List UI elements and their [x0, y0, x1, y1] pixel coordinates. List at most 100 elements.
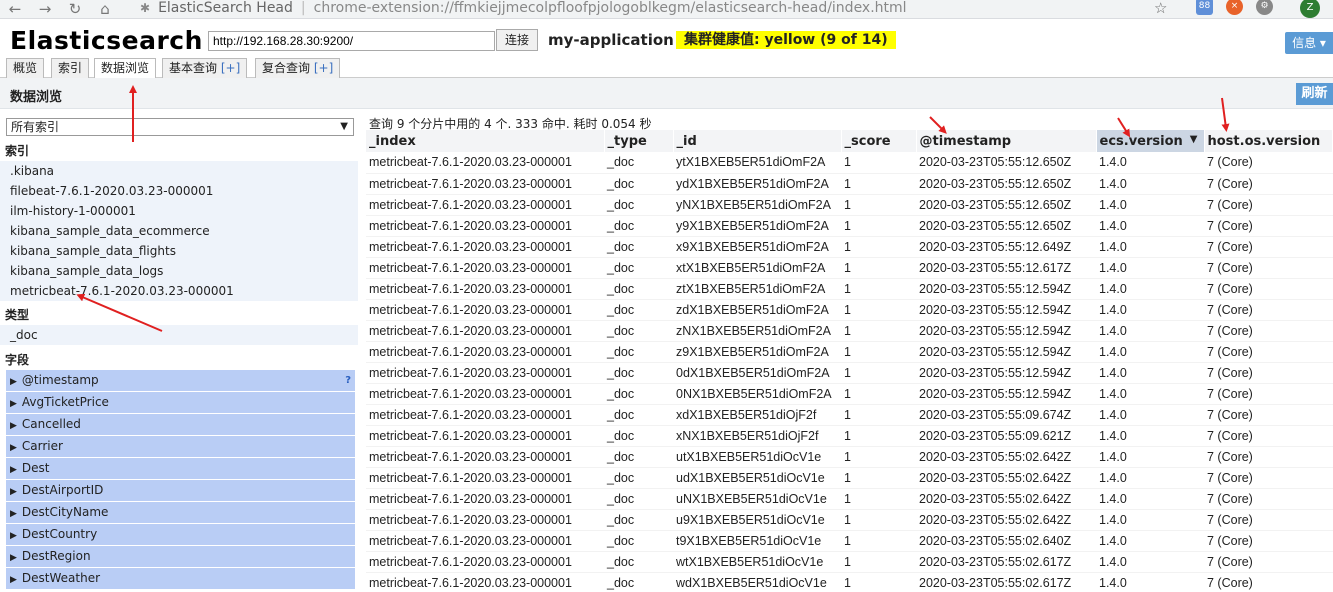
cell-index: metricbeat-7.6.1-2020.03.23-000001	[366, 278, 604, 300]
field-name: Cancelled	[21, 417, 81, 431]
index-item[interactable]: kibana_sample_data_logs	[0, 261, 358, 281]
index-item[interactable]: filebeat-7.6.1-2020.03.23-000001	[0, 181, 358, 201]
address-bar[interactable]: ✱ ElasticSearch Head | chrome-extension:…	[140, 0, 1180, 18]
cell-host-os-version: 7 (Core)	[1204, 173, 1333, 195]
refresh-button[interactable]: 刷新	[1296, 83, 1333, 105]
tab-data-browse[interactable]: 数据浏览	[94, 58, 157, 79]
field-item[interactable]: ▶ AvgTicketPrice	[6, 392, 355, 413]
field-item[interactable]: ▶ DestWeather	[6, 568, 355, 589]
help-icon[interactable]: ?	[345, 370, 351, 391]
cell-ecs-version: 1.4.0	[1096, 194, 1204, 216]
table-row[interactable]: metricbeat-7.6.1-2020.03.23-000001 _doc 0N…	[366, 383, 1333, 405]
table-row[interactable]: metricbeat-7.6.1-2020.03.23-000001 _doc yd…	[366, 173, 1333, 195]
index-select[interactable]: 所有索引 ▼	[6, 118, 354, 136]
field-item[interactable]: ▶ DestCityName	[6, 502, 355, 523]
table-row[interactable]: metricbeat-7.6.1-2020.03.23-000001 _doc ud…	[366, 467, 1333, 489]
cell-host-os-version: 7 (Core)	[1204, 467, 1333, 489]
cell-host-os-version: 7 (Core)	[1204, 152, 1333, 174]
cell-timestamp: 2020-03-23T05:55:12.650Z	[916, 194, 1096, 216]
table-row[interactable]: metricbeat-7.6.1-2020.03.23-000001 _doc wt…	[366, 551, 1333, 573]
tab-indices[interactable]: 索引	[51, 58, 90, 78]
cell-ecs-version: 1.4.0	[1096, 173, 1204, 195]
cell-score: 1	[841, 236, 916, 258]
cell-timestamp: 2020-03-23T05:55:02.642Z	[916, 467, 1096, 489]
index-item[interactable]: kibana_sample_data_ecommerce	[0, 221, 358, 241]
field-name: DestCityName	[21, 505, 109, 519]
info-menu-button[interactable]: 信息 ▾	[1285, 32, 1333, 54]
table-row[interactable]: metricbeat-7.6.1-2020.03.23-000001 _doc yt…	[366, 152, 1333, 174]
cell-ecs-version: 1.4.0	[1096, 278, 1204, 300]
cell-id: ztX1BXEB5ER51diOmF2A	[673, 278, 841, 300]
column-header-index[interactable]: _index	[366, 130, 605, 152]
table-row[interactable]: metricbeat-7.6.1-2020.03.23-000001 _doc yN…	[366, 194, 1333, 216]
cell-timestamp: 2020-03-23T05:55:02.617Z	[916, 572, 1096, 592]
adblock-icon[interactable]: ×	[1226, 0, 1243, 15]
table-row[interactable]: metricbeat-7.6.1-2020.03.23-000001 _doc zd…	[366, 299, 1333, 321]
avatar[interactable]: Z	[1300, 0, 1320, 18]
table-row[interactable]: metricbeat-7.6.1-2020.03.23-000001 _doc zt…	[366, 278, 1333, 300]
expand-triangle-icon: ▶	[10, 443, 17, 453]
expand-triangle-icon: ▶	[10, 465, 17, 475]
reload-icon[interactable]: ↻	[60, 0, 90, 18]
table-row[interactable]: metricbeat-7.6.1-2020.03.23-000001 _doc wd…	[366, 572, 1333, 592]
field-item[interactable]: ▶ DestAirportID	[6, 480, 355, 501]
table-row[interactable]: metricbeat-7.6.1-2020.03.23-000001 _doc xd…	[366, 404, 1333, 426]
column-header-timestamp[interactable]: @timestamp	[916, 130, 1097, 152]
field-item[interactable]: ▶ Dest	[6, 458, 355, 479]
table-row[interactable]: metricbeat-7.6.1-2020.03.23-000001 _doc ut…	[366, 446, 1333, 468]
field-item[interactable]: ▶ DestRegion	[6, 546, 355, 567]
table-row[interactable]: metricbeat-7.6.1-2020.03.23-000001 _doc y9…	[366, 215, 1333, 237]
table-row[interactable]: metricbeat-7.6.1-2020.03.23-000001 _doc zN…	[366, 320, 1333, 342]
field-item[interactable]: ▶ DestCountry	[6, 524, 355, 545]
index-item[interactable]: .kibana	[0, 161, 358, 181]
tab-basic-query[interactable]: 基本查询 [+]	[162, 58, 248, 78]
cell-type: _doc	[604, 152, 673, 174]
table-row[interactable]: metricbeat-7.6.1-2020.03.23-000001 _doc u9…	[366, 509, 1333, 531]
settings-icon[interactable]: ⚙	[1256, 0, 1273, 15]
field-name: @timestamp	[21, 373, 99, 387]
cell-index: metricbeat-7.6.1-2020.03.23-000001	[366, 320, 604, 342]
column-header-ecs-version[interactable]: ecs.version ▼	[1096, 130, 1205, 152]
extension-icon[interactable]: 88	[1196, 0, 1213, 15]
cell-timestamp: 2020-03-23T05:55:02.617Z	[916, 551, 1096, 573]
cluster-url-input[interactable]	[208, 31, 495, 51]
bookmark-star-icon[interactable]: ☆	[1154, 0, 1167, 17]
home-icon[interactable]: ⌂	[90, 0, 120, 18]
table-row[interactable]: metricbeat-7.6.1-2020.03.23-000001 _doc t9…	[366, 530, 1333, 552]
table-row[interactable]: metricbeat-7.6.1-2020.03.23-000001 _doc xt…	[366, 257, 1333, 279]
cell-ecs-version: 1.4.0	[1096, 467, 1204, 489]
expand-triangle-icon: ▶	[10, 531, 17, 541]
tab-overview[interactable]: 概览	[6, 58, 45, 78]
table-row[interactable]: metricbeat-7.6.1-2020.03.23-000001 _doc x9…	[366, 236, 1333, 258]
cell-score: 1	[841, 194, 916, 216]
tab-label: 概览	[13, 61, 38, 75]
table-row[interactable]: metricbeat-7.6.1-2020.03.23-000001 _doc z9…	[366, 341, 1333, 363]
tab-compound-query[interactable]: 复合查询 [+]	[255, 58, 341, 78]
index-item[interactable]: kibana_sample_data_flights	[0, 241, 358, 261]
cell-ecs-version: 1.4.0	[1096, 446, 1204, 468]
table-row[interactable]: metricbeat-7.6.1-2020.03.23-000001 _doc uN…	[366, 488, 1333, 510]
separator: |	[300, 0, 306, 16]
back-icon[interactable]: ←	[0, 0, 30, 18]
column-header-type[interactable]: _type	[604, 130, 674, 152]
index-item[interactable]: ilm-history-1-000001	[0, 201, 358, 221]
field-item[interactable]: ▶ Cancelled	[6, 414, 355, 435]
table-row[interactable]: metricbeat-7.6.1-2020.03.23-000001 _doc 0d…	[366, 362, 1333, 384]
cell-score: 1	[841, 362, 916, 384]
cell-id: ydX1BXEB5ER51diOmF2A	[673, 173, 841, 195]
column-header-host-os-version[interactable]: host.os.version	[1204, 130, 1333, 152]
index-item[interactable]: metricbeat-7.6.1-2020.03.23-000001	[0, 281, 358, 301]
cell-score: 1	[841, 488, 916, 510]
column-header-score[interactable]: _score	[841, 130, 917, 152]
type-item[interactable]: _doc	[0, 325, 358, 345]
forward-icon[interactable]: →	[30, 0, 60, 18]
field-name: AvgTicketPrice	[21, 395, 109, 409]
connect-button[interactable]: 连接	[496, 29, 538, 51]
field-item[interactable]: ▶ @timestamp?	[6, 370, 355, 391]
cell-type: _doc	[604, 446, 673, 468]
field-item[interactable]: ▶ Carrier	[6, 436, 355, 457]
table-row[interactable]: metricbeat-7.6.1-2020.03.23-000001 _doc xN…	[366, 425, 1333, 447]
cell-host-os-version: 7 (Core)	[1204, 572, 1333, 592]
cell-score: 1	[841, 320, 916, 342]
column-header-id[interactable]: _id	[673, 130, 842, 152]
